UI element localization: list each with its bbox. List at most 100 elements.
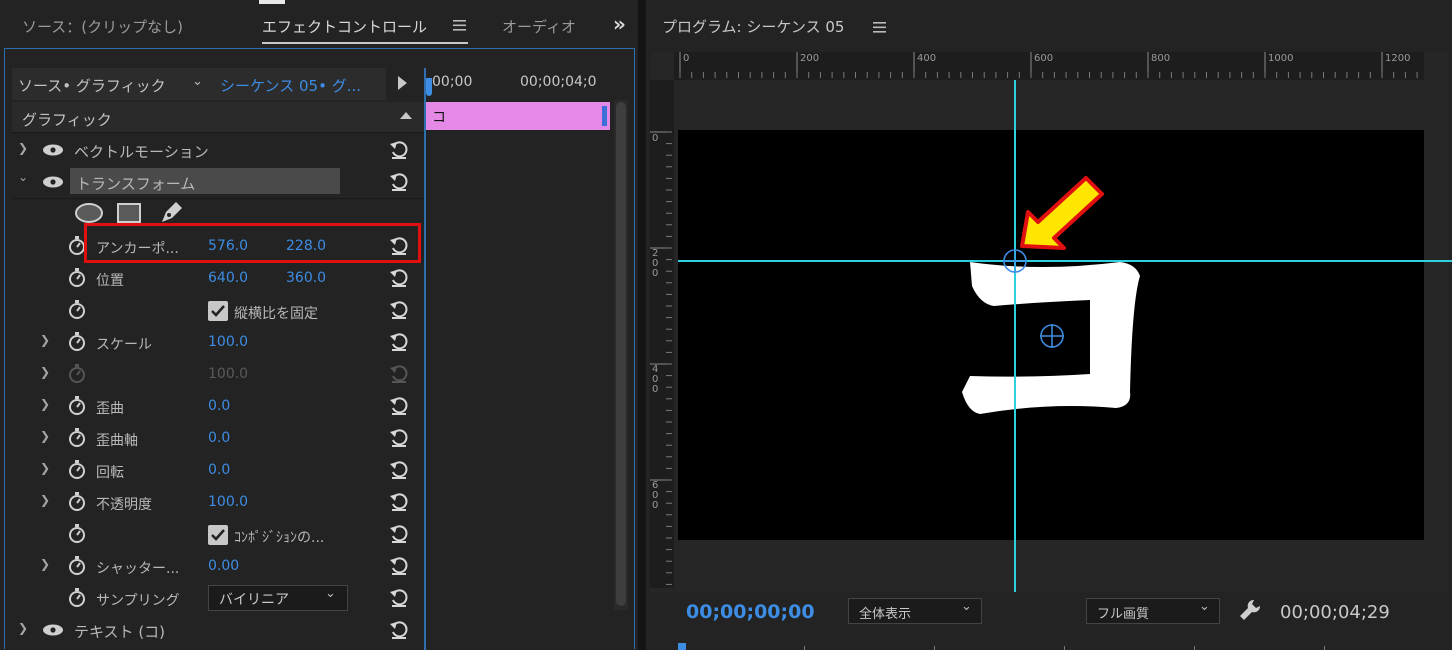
- eye-icon[interactable]: [42, 144, 64, 156]
- skew-value[interactable]: 0.0: [208, 398, 230, 414]
- guide-horizontal[interactable]: [678, 260, 1452, 262]
- stopwatch-icon[interactable]: [68, 587, 86, 607]
- scale-value[interactable]: 100.0: [208, 334, 248, 350]
- shutter-value[interactable]: 0.00: [208, 558, 239, 574]
- zoom-dropdown[interactable]: 全体表示 ⌄: [848, 598, 982, 624]
- skew-row[interactable]: ❯ 歪曲 0.0: [12, 390, 424, 422]
- reset-icon: [390, 365, 408, 383]
- sequence-selector[interactable]: ⌄ シーケンス 05• グ...: [186, 68, 386, 100]
- ellipse-mask-icon[interactable]: [74, 202, 104, 224]
- top-indicator: [259, 0, 285, 4]
- reset-icon[interactable]: [388, 459, 410, 481]
- chevron-right-icon[interactable]: ❯: [40, 461, 50, 475]
- position-row[interactable]: 位置 640.0 360.0: [12, 262, 424, 294]
- chevron-down-icon: ⌄: [192, 74, 203, 89]
- text-layer-label: テキスト (コ): [74, 623, 166, 641]
- tab-effect-controls[interactable]: エフェクトコントロール: [262, 16, 427, 37]
- reset-icon[interactable]: [388, 491, 410, 513]
- skew-axis-row[interactable]: ❯ 歪曲軸 0.0: [12, 422, 424, 454]
- program-menu-icon[interactable]: [873, 19, 887, 33]
- rectangle-mask-icon[interactable]: [116, 202, 142, 224]
- uniform-scale-row[interactable]: 縦横比を固定: [12, 294, 424, 326]
- eye-icon[interactable]: [42, 624, 64, 636]
- skew-axis-value[interactable]: 0.0: [208, 430, 230, 446]
- scale-width-row: ❯ 100.0: [12, 358, 424, 390]
- uniform-scale-checkbox[interactable]: [208, 301, 228, 321]
- stopwatch-icon[interactable]: [68, 491, 86, 511]
- scrub-playhead[interactable]: [678, 643, 686, 650]
- chevron-right-icon[interactable]: ❯: [18, 621, 28, 635]
- reset-icon[interactable]: [388, 587, 410, 609]
- scrollbar-track[interactable]: [614, 100, 628, 610]
- reset-icon[interactable]: [388, 523, 410, 545]
- more-tabs-icon[interactable]: »: [613, 12, 626, 36]
- chevron-right-icon[interactable]: ❯: [40, 429, 50, 443]
- rotation-value[interactable]: 0.0: [208, 462, 230, 478]
- chevron-right-icon[interactable]: ❯: [40, 397, 50, 411]
- stopwatch-icon[interactable]: [68, 267, 86, 287]
- stopwatch-icon[interactable]: [68, 459, 86, 479]
- collapse-up-icon[interactable]: [400, 112, 412, 119]
- scrub-bar[interactable]: [674, 640, 1448, 650]
- shutter-angle-row[interactable]: ❯ シャッター... 0.00: [12, 550, 424, 582]
- tab-audio[interactable]: オーディオ: [502, 16, 578, 37]
- stopwatch-icon[interactable]: [68, 523, 86, 543]
- stopwatch-icon[interactable]: [68, 427, 86, 447]
- source-selector[interactable]: ソース• グラフィック: [12, 68, 186, 100]
- reset-icon[interactable]: [388, 427, 410, 449]
- tab-source[interactable]: ソース：(クリップなし): [22, 16, 183, 37]
- panel-separator[interactable]: [638, 0, 646, 650]
- sampling-row[interactable]: サンプリング バイリニア ⌄: [12, 582, 424, 614]
- viewer-area[interactable]: 0 200 400 600 800 1000 1200 0 200 400 60…: [650, 52, 1452, 592]
- chevron-right-icon[interactable]: ❯: [40, 557, 50, 571]
- position-crosshair[interactable]: [1039, 323, 1065, 349]
- wrench-icon[interactable]: [1238, 598, 1262, 622]
- reset-icon[interactable]: [388, 331, 410, 353]
- chevron-right-icon[interactable]: ❯: [18, 141, 28, 155]
- chevron-right-icon[interactable]: ❯: [40, 365, 50, 379]
- composition-shutter-row[interactable]: ｺﾝﾎﾟｼﾞｼｮﾝの...: [12, 518, 424, 550]
- reset-icon[interactable]: [388, 267, 410, 289]
- opacity-label: 不透明度: [96, 497, 152, 513]
- source-selector-label: ソース• グラフィック: [18, 77, 166, 95]
- reset-icon[interactable]: [388, 171, 410, 193]
- clip-end-handle[interactable]: [602, 106, 607, 126]
- stopwatch-icon[interactable]: [68, 555, 86, 575]
- composition-shutter-checkbox[interactable]: [208, 525, 228, 545]
- tab-menu-icon[interactable]: [453, 17, 467, 31]
- transform-row[interactable]: ⌄ トランスフォーム: [12, 166, 424, 198]
- stopwatch-icon[interactable]: [68, 299, 86, 319]
- vector-motion-row[interactable]: ❯ ベクトルモーション: [12, 134, 424, 166]
- rotation-row[interactable]: ❯ 回転 0.0: [12, 454, 424, 486]
- reset-icon[interactable]: [388, 395, 410, 417]
- scrollbar-thumb[interactable]: [616, 102, 626, 606]
- chevron-right-icon[interactable]: ❯: [40, 333, 50, 347]
- transform-label-box[interactable]: トランスフォーム: [70, 168, 340, 194]
- play-triangle-icon[interactable]: [398, 76, 407, 90]
- eye-icon[interactable]: [42, 176, 64, 188]
- scale-row[interactable]: ❯ スケール 100.0: [12, 326, 424, 358]
- text-layer-row[interactable]: ❯ テキスト (コ): [12, 614, 424, 646]
- stopwatch-icon[interactable]: [68, 395, 86, 415]
- quality-dropdown[interactable]: フル画質 ⌄: [1086, 598, 1220, 624]
- scrub-tick: [934, 646, 935, 650]
- anchor-highlight-box: [84, 223, 421, 263]
- chevron-down-icon[interactable]: ⌄: [18, 170, 28, 184]
- stopwatch-icon[interactable]: [68, 331, 86, 351]
- chevron-right-icon[interactable]: ❯: [40, 493, 50, 507]
- opacity-value[interactable]: 100.0: [208, 494, 248, 510]
- program-monitor: プログラム: シーケンス 05 0 200 400 600 800 1000 1…: [646, 0, 1452, 650]
- current-timecode[interactable]: 00;00;00;00: [686, 601, 815, 623]
- timeline-clip[interactable]: コ: [426, 102, 610, 130]
- reset-icon[interactable]: [388, 139, 410, 161]
- reset-icon[interactable]: [388, 555, 410, 577]
- sampling-dropdown[interactable]: バイリニア ⌄: [208, 585, 348, 611]
- reset-icon[interactable]: [388, 299, 410, 321]
- position-y-value[interactable]: 360.0: [286, 270, 326, 286]
- effect-controls-panel: ソース：(クリップなし) エフェクトコントロール オーディオ » ソース• グラ…: [0, 0, 638, 650]
- position-x-value[interactable]: 640.0: [208, 270, 248, 286]
- vertical-ruler[interactable]: [650, 80, 674, 588]
- reset-icon[interactable]: [388, 619, 410, 641]
- opacity-row[interactable]: ❯ 不透明度 100.0: [12, 486, 424, 518]
- guide-vertical[interactable]: [1014, 80, 1016, 592]
